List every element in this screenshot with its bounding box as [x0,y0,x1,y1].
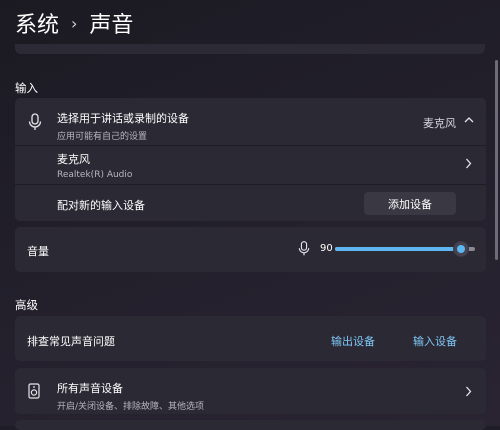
next-card-edge [15,420,486,430]
volume-value: 90 [320,243,333,254]
scrollbar[interactable] [495,60,498,260]
choose-device-title: 选择用于讲话或录制的设备 [57,112,189,125]
breadcrumb-parent[interactable]: 系统 [15,7,59,39]
selected-device-value: 麦克风 [423,117,456,130]
volume-card: 音量 90 [15,227,486,272]
output-devices-link[interactable]: 输出设备 [331,333,375,349]
section-title-advanced: 高级 [15,298,38,312]
input-devices-link[interactable]: 输入设备 [413,333,457,349]
input-device-card: 选择用于讲话或录制的设备 应用可能有自己的设置 麦克风 麦克风 Realtek(… [15,98,486,221]
breadcrumb: 系统 › 声音 [15,6,133,40]
chevron-right-icon: › [71,13,78,33]
slider-thumb[interactable] [454,242,468,256]
troubleshoot-card: 排查常见声音问题 输出设备 输入设备 [15,316,486,361]
device-detail: Realtek(R) Audio [57,170,133,180]
device-row-microphone[interactable]: 麦克风 Realtek(R) Audio [15,146,486,184]
microphone-icon[interactable] [298,240,310,257]
previous-card-edge [15,44,485,54]
chevron-right-icon [465,158,472,169]
chevron-right-icon [465,386,472,397]
speaker-icon [28,383,40,399]
page-title: 声音 [89,13,134,38]
all-sound-devices-card[interactable]: 所有声音设备 开启/关闭设备、排除故障、其他选项 [15,368,486,414]
volume-label: 音量 [27,245,49,258]
troubleshoot-label: 排查常见声音问题 [27,335,115,348]
pair-device-label: 配对新的输入设备 [57,199,145,212]
chevron-up-icon[interactable] [464,116,474,124]
volume-slider[interactable] [335,242,475,256]
device-name: 麦克风 [57,153,90,166]
choose-device-subtitle: 应用可能有自己的设置 [57,132,148,142]
slider-fill [335,247,461,251]
section-title-input: 输入 [15,81,38,95]
all-devices-subtitle: 开启/关闭设备、排除故障、其他选项 [57,402,205,412]
add-device-button[interactable]: 添加设备 [364,192,456,215]
microphone-icon [28,113,42,131]
choose-device-row[interactable]: 选择用于讲话或录制的设备 应用可能有自己的设置 麦克风 [15,98,486,145]
all-devices-title: 所有声音设备 [57,382,123,395]
